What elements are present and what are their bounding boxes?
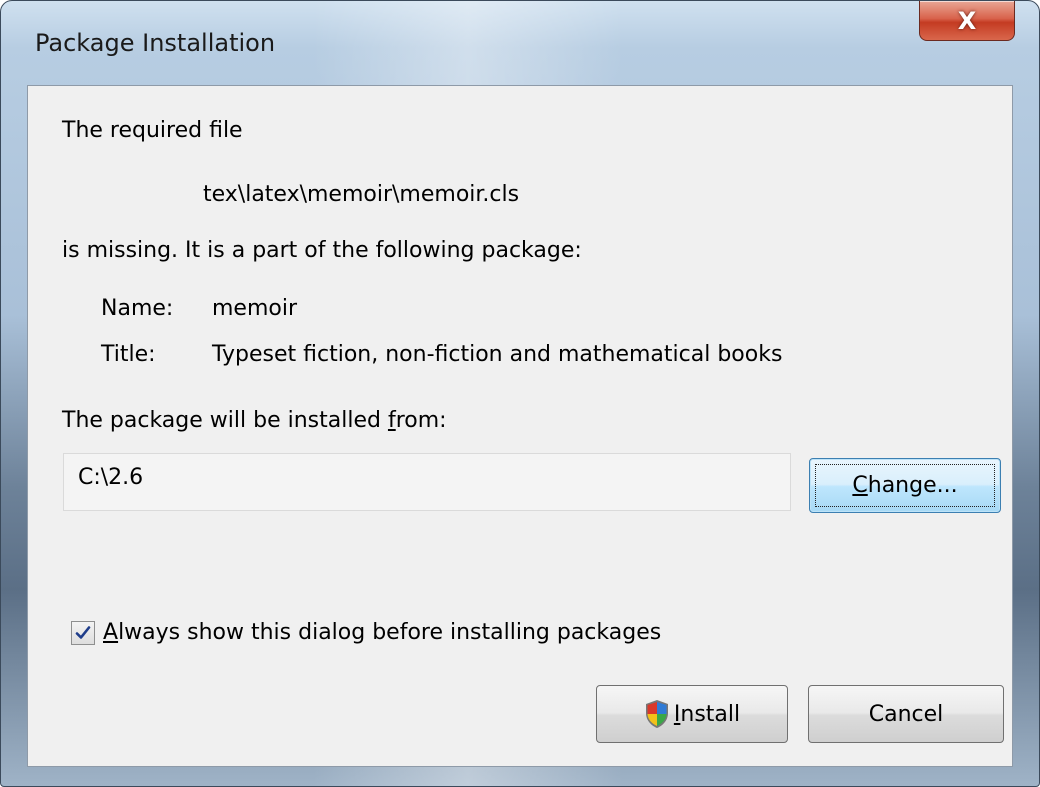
missing-file-path: tex\latex\memoir\memoir.cls bbox=[203, 182, 520, 207]
always-show-label[interactable]: Always show this dialog before installin… bbox=[103, 620, 661, 645]
install-button[interactable]: Install bbox=[596, 685, 788, 743]
title-bar[interactable]: Package Installation X bbox=[1, 1, 1039, 85]
close-icon: X bbox=[957, 6, 977, 35]
message-line-1: The required file bbox=[62, 118, 243, 143]
package-title-value: Typeset fiction, non-fiction and mathema… bbox=[212, 342, 783, 367]
package-name-label: Name: bbox=[101, 296, 174, 321]
install-source-field[interactable]: C:\2.6 bbox=[63, 453, 791, 511]
focus-rectangle bbox=[815, 464, 995, 507]
cancel-button[interactable]: Cancel bbox=[808, 685, 1004, 743]
dialog-window: Package Installation X The required file… bbox=[0, 0, 1040, 787]
package-title-label: Title: bbox=[101, 342, 156, 367]
uac-shield-icon bbox=[645, 700, 668, 728]
change-button[interactable]: Change... bbox=[809, 458, 1001, 513]
always-show-checkbox[interactable] bbox=[71, 621, 95, 645]
dialog-content: The required file tex\latex\memoir\memoi… bbox=[27, 85, 1013, 767]
close-button[interactable]: X bbox=[919, 1, 1015, 41]
cancel-button-label: Cancel bbox=[868, 701, 944, 727]
message-line-2: is missing. It is a part of the followin… bbox=[62, 238, 582, 263]
install-source-label: The package will be installed from: bbox=[62, 408, 447, 433]
install-button-label: Install bbox=[673, 701, 741, 727]
window-title: Package Installation bbox=[35, 29, 276, 57]
package-name-value: memoir bbox=[212, 296, 298, 321]
checkmark-icon bbox=[75, 626, 91, 639]
